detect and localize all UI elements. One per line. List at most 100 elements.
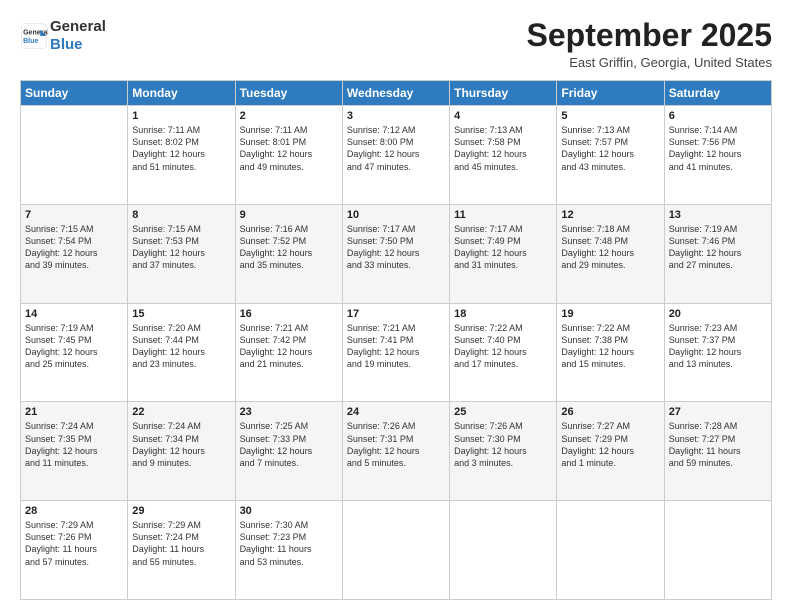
day-number: 23 bbox=[240, 406, 338, 418]
day-number: 27 bbox=[669, 406, 767, 418]
cell-content: Sunrise: 7:24 AMSunset: 7:35 PMDaylight:… bbox=[25, 420, 123, 469]
day-number: 29 bbox=[132, 505, 230, 517]
day-number: 3 bbox=[347, 110, 445, 122]
cell-content: Sunrise: 7:14 AMSunset: 7:56 PMDaylight:… bbox=[669, 124, 767, 173]
calendar-table: SundayMondayTuesdayWednesdayThursdayFrid… bbox=[20, 80, 772, 600]
cell-content: Sunrise: 7:27 AMSunset: 7:29 PMDaylight:… bbox=[561, 420, 659, 469]
day-number: 22 bbox=[132, 406, 230, 418]
header-row: SundayMondayTuesdayWednesdayThursdayFrid… bbox=[21, 81, 772, 106]
week-row-3: 21Sunrise: 7:24 AMSunset: 7:35 PMDayligh… bbox=[21, 402, 772, 501]
cell-content: Sunrise: 7:13 AMSunset: 7:58 PMDaylight:… bbox=[454, 124, 552, 173]
calendar-cell: 12 Sunrise: 7:18 AMSunset: 7:48 PMDayligh… bbox=[557, 204, 664, 303]
cell-content: Sunrise: 7:22 AMSunset: 7:38 PMDaylight:… bbox=[561, 322, 659, 371]
calendar-cell: 19 Sunrise: 7:22 AMSunset: 7:38 PMDayligh… bbox=[557, 303, 664, 402]
week-row-0: 1 Sunrise: 7:11 AMSunset: 8:02 PMDaylight… bbox=[21, 106, 772, 205]
day-header-monday: Monday bbox=[128, 81, 235, 106]
day-number: 14 bbox=[25, 308, 123, 320]
calendar-cell: 8 Sunrise: 7:15 AMSunset: 7:53 PMDaylight… bbox=[128, 204, 235, 303]
cell-content: Sunrise: 7:20 AMSunset: 7:44 PMDaylight:… bbox=[132, 322, 230, 371]
calendar-cell bbox=[21, 106, 128, 205]
day-number: 7 bbox=[25, 209, 123, 221]
calendar-cell: 16 Sunrise: 7:21 AMSunset: 7:42 PMDayligh… bbox=[235, 303, 342, 402]
cell-content: Sunrise: 7:11 AMSunset: 8:01 PMDaylight:… bbox=[240, 124, 338, 173]
cell-content: Sunrise: 7:25 AMSunset: 7:33 PMDaylight:… bbox=[240, 420, 338, 469]
calendar-cell: 2 Sunrise: 7:11 AMSunset: 8:01 PMDaylight… bbox=[235, 106, 342, 205]
calendar-cell: 26 Sunrise: 7:27 AMSunset: 7:29 PMDayligh… bbox=[557, 402, 664, 501]
month-title: September 2025 bbox=[527, 18, 772, 53]
calendar-cell: 10 Sunrise: 7:17 AMSunset: 7:50 PMDayligh… bbox=[342, 204, 449, 303]
calendar-cell: 29Sunrise: 7:29 AMSunset: 7:24 PMDayligh… bbox=[128, 501, 235, 600]
logo-icon: General Blue bbox=[20, 22, 48, 50]
day-header-sunday: Sunday bbox=[21, 81, 128, 106]
day-number: 10 bbox=[347, 209, 445, 221]
calendar-cell: 3 Sunrise: 7:12 AMSunset: 8:00 PMDaylight… bbox=[342, 106, 449, 205]
day-number: 4 bbox=[454, 110, 552, 122]
day-number: 6 bbox=[669, 110, 767, 122]
day-number: 5 bbox=[561, 110, 659, 122]
day-number: 28 bbox=[25, 505, 123, 517]
cell-content: Sunrise: 7:17 AMSunset: 7:49 PMDaylight:… bbox=[454, 223, 552, 272]
cell-content: Sunrise: 7:28 AMSunset: 7:27 PMDaylight:… bbox=[669, 420, 767, 469]
day-number: 18 bbox=[454, 308, 552, 320]
calendar-cell: 6 Sunrise: 7:14 AMSunset: 7:56 PMDaylight… bbox=[664, 106, 771, 205]
location: East Griffin, Georgia, United States bbox=[527, 55, 772, 70]
week-row-2: 14 Sunrise: 7:19 AMSunset: 7:45 PMDayligh… bbox=[21, 303, 772, 402]
day-number: 19 bbox=[561, 308, 659, 320]
week-row-4: 28 Sunrise: 7:29 AMSunset: 7:26 PMDayligh… bbox=[21, 501, 772, 600]
day-number: 17 bbox=[347, 308, 445, 320]
day-header-wednesday: Wednesday bbox=[342, 81, 449, 106]
calendar-cell: 4 Sunrise: 7:13 AMSunset: 7:58 PMDaylight… bbox=[450, 106, 557, 205]
calendar-cell: 21Sunrise: 7:24 AMSunset: 7:35 PMDayligh… bbox=[21, 402, 128, 501]
calendar-cell: 15Sunrise: 7:20 AMSunset: 7:44 PMDayligh… bbox=[128, 303, 235, 402]
week-row-1: 7 Sunrise: 7:15 AMSunset: 7:54 PMDaylight… bbox=[21, 204, 772, 303]
svg-text:Blue: Blue bbox=[23, 38, 38, 45]
day-number: 26 bbox=[561, 406, 659, 418]
day-number: 8 bbox=[132, 209, 230, 221]
cell-content: Sunrise: 7:29 AMSunset: 7:26 PMDaylight:… bbox=[25, 519, 123, 568]
cell-content: Sunrise: 7:11 AMSunset: 8:02 PMDaylight:… bbox=[132, 124, 230, 173]
calendar-cell: 9 Sunrise: 7:16 AMSunset: 7:52 PMDaylight… bbox=[235, 204, 342, 303]
cell-content: Sunrise: 7:22 AMSunset: 7:40 PMDaylight:… bbox=[454, 322, 552, 371]
title-block: September 2025 East Griffin, Georgia, Un… bbox=[527, 18, 772, 70]
day-number: 13 bbox=[669, 209, 767, 221]
day-number: 12 bbox=[561, 209, 659, 221]
calendar-cell: 22Sunrise: 7:24 AMSunset: 7:34 PMDayligh… bbox=[128, 402, 235, 501]
calendar-cell: 17 Sunrise: 7:21 AMSunset: 7:41 PMDayligh… bbox=[342, 303, 449, 402]
cell-content: Sunrise: 7:21 AMSunset: 7:41 PMDaylight:… bbox=[347, 322, 445, 371]
cell-content: Sunrise: 7:12 AMSunset: 8:00 PMDaylight:… bbox=[347, 124, 445, 173]
cell-content: Sunrise: 7:30 AMSunset: 7:23 PMDaylight:… bbox=[240, 519, 338, 568]
calendar-cell bbox=[664, 501, 771, 600]
day-number: 9 bbox=[240, 209, 338, 221]
calendar-cell: 25 Sunrise: 7:26 AMSunset: 7:30 PMDayligh… bbox=[450, 402, 557, 501]
day-number: 11 bbox=[454, 209, 552, 221]
day-number: 2 bbox=[240, 110, 338, 122]
cell-content: Sunrise: 7:15 AMSunset: 7:54 PMDaylight:… bbox=[25, 223, 123, 272]
calendar-cell: 24Sunrise: 7:26 AMSunset: 7:31 PMDayligh… bbox=[342, 402, 449, 501]
calendar-cell: 7 Sunrise: 7:15 AMSunset: 7:54 PMDaylight… bbox=[21, 204, 128, 303]
calendar-cell: 13 Sunrise: 7:19 AMSunset: 7:46 PMDayligh… bbox=[664, 204, 771, 303]
cell-content: Sunrise: 7:18 AMSunset: 7:48 PMDaylight:… bbox=[561, 223, 659, 272]
day-number: 16 bbox=[240, 308, 338, 320]
cell-content: Sunrise: 7:16 AMSunset: 7:52 PMDaylight:… bbox=[240, 223, 338, 272]
cell-content: Sunrise: 7:15 AMSunset: 7:53 PMDaylight:… bbox=[132, 223, 230, 272]
calendar-cell bbox=[342, 501, 449, 600]
calendar-cell: 23 Sunrise: 7:25 AMSunset: 7:33 PMDayligh… bbox=[235, 402, 342, 501]
calendar-cell: 11 Sunrise: 7:17 AMSunset: 7:49 PMDayligh… bbox=[450, 204, 557, 303]
cell-content: Sunrise: 7:21 AMSunset: 7:42 PMDaylight:… bbox=[240, 322, 338, 371]
day-number: 25 bbox=[454, 406, 552, 418]
calendar-cell: 1 Sunrise: 7:11 AMSunset: 8:02 PMDaylight… bbox=[128, 106, 235, 205]
day-header-friday: Friday bbox=[557, 81, 664, 106]
cell-content: Sunrise: 7:19 AMSunset: 7:45 PMDaylight:… bbox=[25, 322, 123, 371]
day-header-tuesday: Tuesday bbox=[235, 81, 342, 106]
calendar-cell: 20Sunrise: 7:23 AMSunset: 7:37 PMDayligh… bbox=[664, 303, 771, 402]
day-number: 1 bbox=[132, 110, 230, 122]
calendar-cell: 30Sunrise: 7:30 AMSunset: 7:23 PMDayligh… bbox=[235, 501, 342, 600]
calendar-cell: 14 Sunrise: 7:19 AMSunset: 7:45 PMDayligh… bbox=[21, 303, 128, 402]
cell-content: Sunrise: 7:19 AMSunset: 7:46 PMDaylight:… bbox=[669, 223, 767, 272]
calendar-cell: 5Sunrise: 7:13 AMSunset: 7:57 PMDaylight… bbox=[557, 106, 664, 205]
cell-content: Sunrise: 7:17 AMSunset: 7:50 PMDaylight:… bbox=[347, 223, 445, 272]
cell-content: Sunrise: 7:26 AMSunset: 7:30 PMDaylight:… bbox=[454, 420, 552, 469]
calendar-cell: 27 Sunrise: 7:28 AMSunset: 7:27 PMDayligh… bbox=[664, 402, 771, 501]
page: General Blue General Blue September 2025… bbox=[0, 0, 792, 612]
calendar-cell: 18 Sunrise: 7:22 AMSunset: 7:40 PMDayligh… bbox=[450, 303, 557, 402]
